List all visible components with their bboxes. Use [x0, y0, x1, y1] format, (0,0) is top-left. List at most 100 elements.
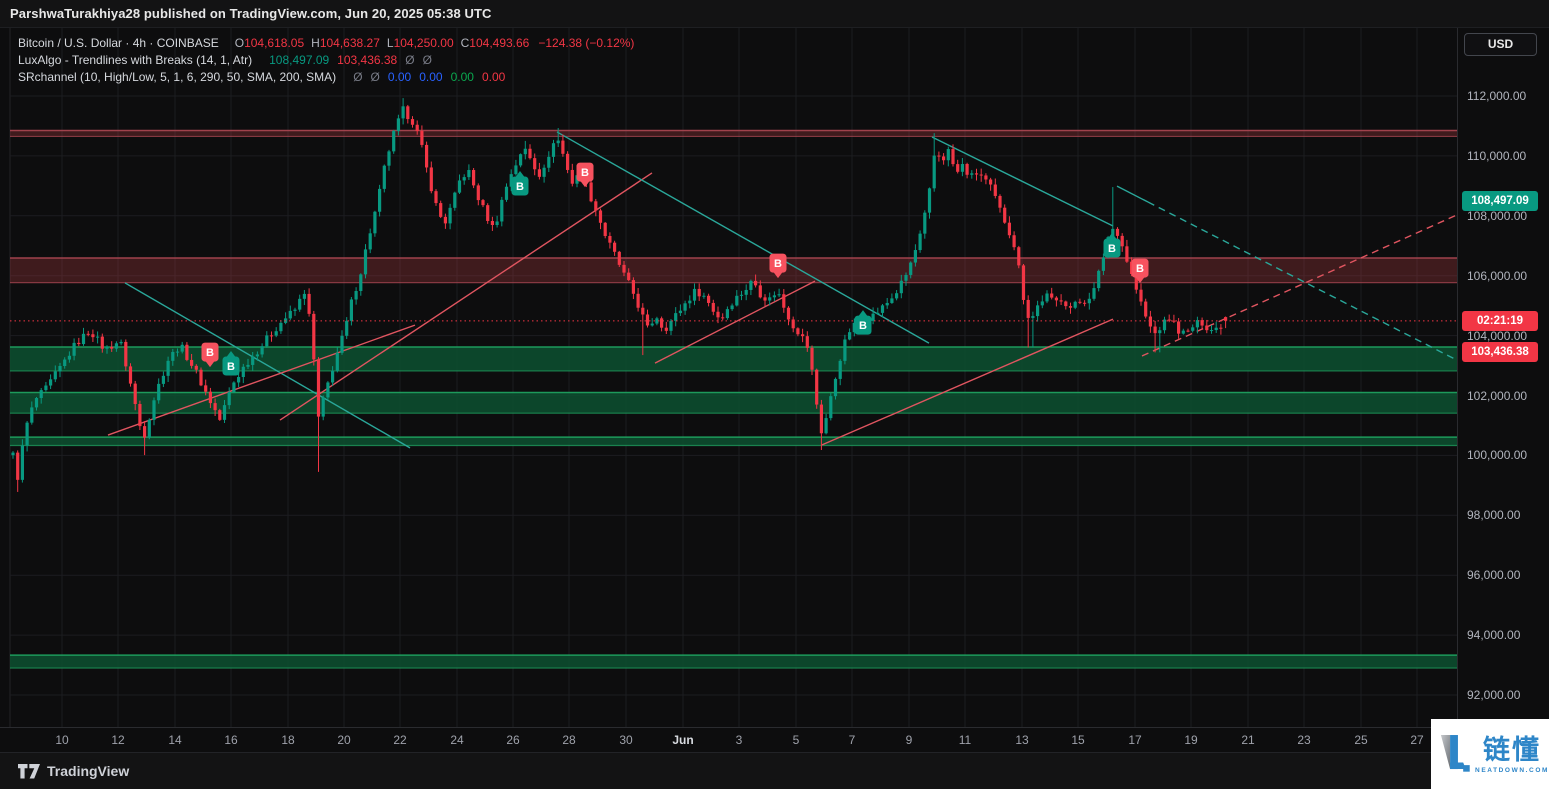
candle-body [387, 151, 391, 166]
chart-canvas[interactable]: B B B B B B B B [0, 0, 1549, 789]
candle-body [1083, 302, 1087, 304]
candle-body [627, 272, 631, 281]
candle-body [730, 305, 734, 310]
candle-body [96, 336, 100, 338]
candle-body [1045, 293, 1049, 302]
price-axis-label: 110,000.00 [1467, 148, 1527, 163]
candle-body [674, 313, 678, 321]
price-scale[interactable]: USD 112,000.00 110,000.00 108,000.00 106,00… [1457, 28, 1549, 727]
srchannel-v1: 0.00 [387, 70, 412, 84]
candle-body [965, 164, 969, 175]
candle-body [1031, 316, 1035, 318]
candle-body [974, 173, 979, 175]
candle-body [147, 419, 151, 438]
candle-body [11, 452, 15, 456]
candle-body [349, 299, 353, 321]
time-axis-label: 23 [1297, 733, 1311, 747]
candle-body [180, 344, 184, 352]
candle-body [772, 295, 776, 298]
price-axis-label: 96,000.00 [1467, 568, 1521, 583]
footer: TradingView [0, 752, 1549, 789]
candle-body [970, 173, 974, 175]
candle-body [222, 405, 227, 420]
srchannel-v4: 0.00 [481, 70, 506, 84]
candle-body [105, 346, 109, 349]
legend-luxalgo-row[interactable]: LuxAlgo - Trendlines with Breaks (14, 1,… [18, 52, 634, 68]
candle-body [979, 174, 983, 176]
time-axis-label: 5 [792, 733, 800, 747]
candle-body [30, 407, 34, 423]
candle-body [1059, 300, 1063, 302]
neatdown-watermark: 链懂 NEATDOWN.COM [1431, 719, 1549, 789]
candle-body [697, 288, 701, 297]
candle-body [298, 298, 302, 310]
candle-body [537, 169, 541, 177]
candle-body [998, 195, 1002, 208]
candle-body [1115, 228, 1120, 236]
resistance-main-zone [10, 258, 1457, 283]
srchannel-na2: Ø [370, 70, 380, 84]
luxalgo-title: LuxAlgo - Trendlines with Breaks (14, 1,… [18, 53, 253, 67]
candle-body [161, 375, 165, 384]
candle-body [833, 378, 838, 397]
candle-body [190, 359, 194, 366]
neatdown-domain-label: NEATDOWN.COM [1475, 766, 1549, 774]
candle-body [128, 366, 133, 384]
time-axis-label: 12 [111, 733, 125, 747]
candle-body [1097, 270, 1101, 289]
change-value: −124.38 (−0.12%) [538, 36, 635, 50]
candle-body [810, 347, 814, 370]
candle-body [758, 285, 762, 298]
candle-body [476, 185, 480, 201]
candle-body [265, 335, 269, 347]
candle-body [279, 322, 283, 332]
price-axis-label: 100,000.00 [1467, 448, 1528, 463]
neatdown-l-icon [1440, 735, 1470, 772]
candle-body [425, 144, 429, 168]
candle-body [58, 366, 62, 372]
candle-body [1120, 235, 1124, 247]
candle-body [255, 354, 259, 357]
currency-toggle-button[interactable]: USD [1464, 33, 1537, 56]
legend-srchannel-row[interactable]: SRchannel (10, High/Low, 5, 1, 6, 290, 5… [18, 69, 634, 85]
candle-body [486, 205, 490, 221]
candle-body [1092, 288, 1096, 299]
legend-symbol-row[interactable]: Bitcoin / U.S. Dollar · 4h · COINBASE O … [18, 35, 634, 51]
upper-trendline-price-badge: 108,497.09 [1462, 190, 1538, 211]
candle-body [504, 186, 509, 200]
time-axis-label: 24 [450, 733, 464, 747]
candle-body [829, 396, 833, 419]
signal-tip [1107, 232, 1117, 239]
time-axis-label: 20 [337, 733, 351, 747]
time-scale[interactable]: 10 12 14 16 18 20 22 24 26 28 30 Jun 3 5 7 9 11 13 15 17 19 2… [0, 727, 1457, 752]
candle-body [942, 156, 946, 161]
signal-tip [858, 310, 868, 317]
candle-body [396, 118, 400, 131]
time-axis-label: 21 [1241, 733, 1255, 747]
candle-body [1153, 326, 1157, 334]
candle-body [354, 290, 358, 300]
candle-body [439, 203, 443, 217]
candle-body [556, 140, 560, 144]
price-axis-label: 92,000.00 [1467, 688, 1521, 702]
candle-body [138, 404, 142, 427]
tradingview-label: TradingView [47, 763, 130, 779]
candle-body [1078, 301, 1082, 303]
candle-body [1209, 330, 1214, 332]
candle-body [86, 333, 90, 335]
candle-body [260, 346, 264, 355]
signal-label: B [1108, 243, 1116, 255]
candle-body [251, 356, 255, 365]
candle-body [951, 149, 955, 165]
time-axis-label: 25 [1354, 733, 1368, 747]
time-axis-label: 18 [281, 733, 295, 747]
candle-body [711, 302, 715, 312]
candle-body [960, 164, 964, 172]
candle-body [744, 289, 748, 295]
candle-body [1177, 321, 1181, 334]
tradingview-logo[interactable]: TradingView [18, 763, 129, 779]
candle-body [824, 418, 828, 434]
candle-body [1012, 235, 1016, 248]
time-axis-label: 28 [562, 733, 576, 747]
candle-body [288, 310, 292, 319]
